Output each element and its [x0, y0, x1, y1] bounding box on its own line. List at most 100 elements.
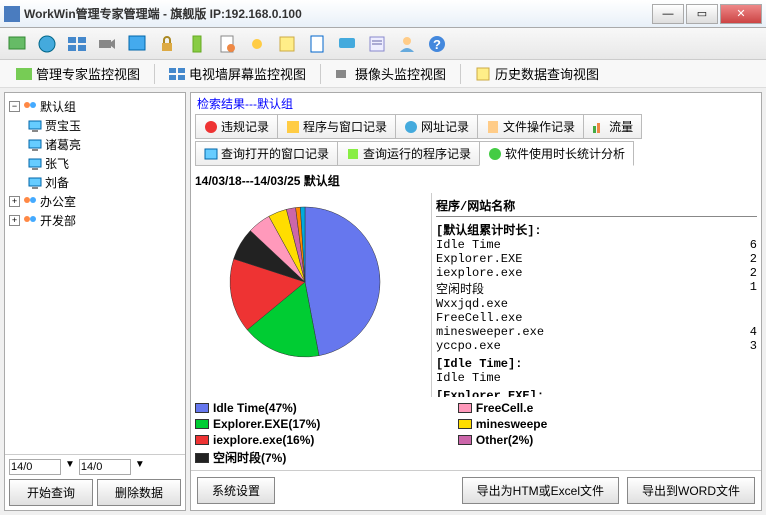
tree-group[interactable]: + 办公室 — [9, 192, 181, 211]
sun-icon[interactable] — [244, 31, 270, 57]
tab-label: 网址记录 — [421, 118, 469, 135]
pie-chart — [195, 197, 415, 377]
tab-label: 软件使用时长统计分析 — [505, 145, 625, 162]
row-val: 2 — [750, 252, 757, 266]
row-val: 2 — [750, 266, 757, 280]
legend-label: 空闲时段(7%) — [213, 449, 286, 466]
list-icon[interactable] — [364, 31, 390, 57]
page-icon[interactable] — [304, 31, 330, 57]
tree-label: 办公室 — [40, 193, 76, 210]
query-button[interactable]: 开始查询 — [9, 479, 93, 506]
data-row[interactable]: 空闲时段1 — [436, 280, 757, 297]
chart-legend: Idle Time(47%)FreeCell.eExplorer.EXE(17%… — [191, 397, 761, 470]
delete-button[interactable]: 删除数据 — [97, 479, 181, 506]
collapse-icon[interactable]: − — [9, 101, 20, 112]
notes-icon[interactable] — [274, 31, 300, 57]
tree-label: 刘备 — [45, 174, 69, 191]
help-icon[interactable]: ? — [424, 31, 450, 57]
legend-item: Idle Time(47%) — [195, 401, 448, 415]
tab-label: 查询运行的程序记录 — [363, 145, 471, 162]
section-head: [Idle Time]: — [436, 357, 757, 371]
tree-user[interactable]: 刘备 — [27, 173, 181, 192]
monitor-icon[interactable] — [4, 31, 30, 57]
legend-label: Idle Time(47%) — [213, 401, 297, 415]
screens-icon[interactable] — [64, 31, 90, 57]
tab-usage-stats[interactable]: 软件使用时长统计分析 — [479, 141, 634, 166]
data-row[interactable]: Idle Time — [436, 371, 757, 385]
data-row[interactable]: FreeCell.exe — [436, 311, 757, 325]
tab-monitor-view[interactable]: 管理专家监控视图 — [8, 61, 148, 86]
maximize-button[interactable]: ▭ — [686, 4, 718, 24]
globe-icon[interactable] — [34, 31, 60, 57]
data-row[interactable]: minesweeper.exe 4 — [436, 325, 757, 339]
export-word-button[interactable]: 导出到WORD文件 — [627, 477, 755, 504]
row-name: Wxxjqd.exe — [436, 297, 508, 311]
tab-urls[interactable]: 网址记录 — [395, 114, 478, 139]
settings-button[interactable]: 系统设置 — [197, 477, 275, 504]
tab-history-view[interactable]: 历史数据查询视图 — [467, 61, 607, 86]
screen-icon[interactable] — [124, 31, 150, 57]
tree-label: 开发部 — [40, 212, 76, 229]
user-tree: − 默认组 贾宝玉诸葛亮张飞刘备 + 办公室 + 开发部 — [5, 93, 185, 454]
report-icon[interactable] — [214, 31, 240, 57]
tab-files[interactable]: 文件操作记录 — [477, 114, 584, 139]
tree-user[interactable]: 张飞 — [27, 154, 181, 173]
legend-swatch — [195, 453, 209, 463]
row-val: 1 — [750, 280, 757, 297]
app-icon — [4, 6, 20, 22]
dropdown-icon[interactable]: ▼ — [65, 459, 75, 475]
tab-label: 程序与窗口记录 — [303, 118, 387, 135]
content-panel: 检索结果---默认组 违规记录 程序与窗口记录 网址记录 文件操作记录 流量 查… — [190, 92, 762, 511]
expand-icon[interactable]: + — [9, 215, 20, 226]
tab-camera-view[interactable]: 摄像头监控视图 — [327, 61, 454, 86]
view-tabs: 管理专家监控视图 电视墙屏幕监控视图 摄像头监控视图 历史数据查询视图 — [0, 60, 766, 88]
legend-item: Other(2%) — [458, 433, 711, 447]
tree-root[interactable]: − 默认组 — [9, 97, 181, 116]
export-excel-button[interactable]: 导出为HTM或Excel文件 — [462, 477, 619, 504]
group-icon — [22, 99, 38, 115]
tree-group[interactable]: + 开发部 — [9, 211, 181, 230]
svg-text:?: ? — [433, 37, 441, 52]
minimize-button[interactable]: ― — [652, 4, 684, 24]
data-list[interactable]: 程序/网站名称 [默认组累计时长]: Idle Time6Explorer.EX… — [431, 193, 761, 397]
tab-violations[interactable]: 违规记录 — [195, 114, 278, 139]
computer-icon — [27, 175, 43, 191]
tab-tv-wall-view[interactable]: 电视墙屏幕监控视图 — [161, 61, 314, 86]
date-to-input[interactable] — [79, 459, 131, 475]
section-head: [Explorer.EXE]: — [436, 389, 757, 397]
tab-label: 流量 — [609, 118, 633, 135]
tab-query-windows[interactable]: 查询打开的窗口记录 — [195, 141, 338, 166]
tree-user[interactable]: 贾宝玉 — [27, 116, 181, 135]
lock-icon[interactable] — [154, 31, 180, 57]
tab-label: 查询打开的窗口记录 — [221, 145, 329, 162]
list-header: 程序/网站名称 — [436, 197, 757, 217]
divider — [320, 64, 321, 84]
divider — [460, 64, 461, 84]
dropdown-icon[interactable]: ▼ — [135, 459, 145, 475]
data-row[interactable]: Wxxjqd.exe — [436, 297, 757, 311]
close-button[interactable]: ✕ — [720, 4, 762, 24]
data-row[interactable]: yccpo.exe3 — [436, 339, 757, 353]
tab-traffic[interactable]: 流量 — [583, 114, 642, 139]
camera-icon[interactable] — [94, 31, 120, 57]
row-name: minesweeper.exe — [436, 325, 544, 339]
expand-icon[interactable]: + — [9, 196, 20, 207]
user-icon[interactable] — [394, 31, 420, 57]
date-from-input[interactable] — [9, 459, 61, 475]
legend-item — [458, 449, 711, 466]
usb-icon[interactable] — [184, 31, 210, 57]
tree-user[interactable]: 诸葛亮 — [27, 135, 181, 154]
row-name: yccpo.exe — [436, 339, 501, 353]
legend-swatch — [195, 419, 209, 429]
data-row[interactable]: Explorer.EXE2 — [436, 252, 757, 266]
data-row[interactable]: Idle Time6 — [436, 238, 757, 252]
chat-icon[interactable] — [334, 31, 360, 57]
data-row[interactable]: iexplore.exe2 — [436, 266, 757, 280]
tab-query-programs[interactable]: 查询运行的程序记录 — [337, 141, 480, 166]
legend-swatch — [458, 435, 472, 445]
legend-swatch — [458, 403, 472, 413]
row-val: 4 — [750, 325, 757, 339]
tab-label: 文件操作记录 — [503, 118, 575, 135]
legend-swatch — [458, 419, 472, 429]
tab-programs[interactable]: 程序与窗口记录 — [277, 114, 396, 139]
